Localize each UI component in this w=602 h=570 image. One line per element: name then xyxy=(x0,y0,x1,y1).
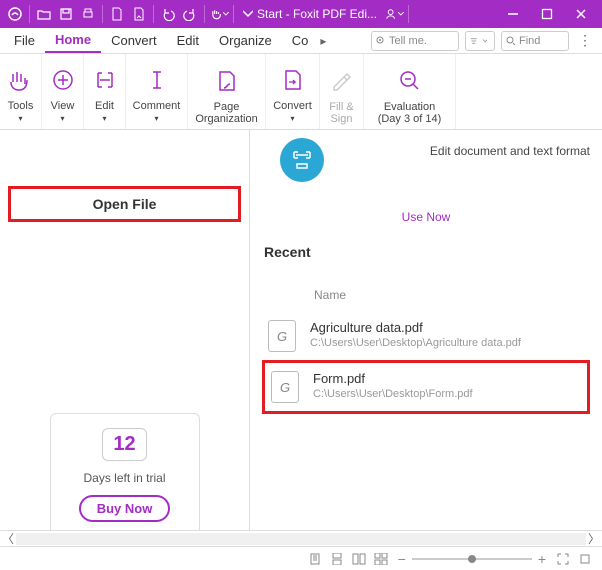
trial-days-text: Days left in trial xyxy=(51,471,199,485)
window-title[interactable]: Start - Foxit PDF Edi... xyxy=(243,7,377,21)
open-file-button[interactable]: Open File xyxy=(8,186,241,222)
ribbon-tools[interactable]: Tools▾ xyxy=(0,54,42,129)
open-icon[interactable] xyxy=(34,4,54,24)
close-button[interactable] xyxy=(564,0,598,28)
tab-home[interactable]: Home xyxy=(45,28,101,53)
filter-dropdown[interactable] xyxy=(465,31,495,51)
scroll-right-button[interactable]: 〉 xyxy=(586,531,602,547)
menu-bar: File Home Convert Edit Organize Co ▸ Tel… xyxy=(0,28,602,54)
main-area: Open File 12 Days left in trial Buy Now … xyxy=(0,130,602,530)
zoom-in-button[interactable]: + xyxy=(538,551,546,567)
redo-icon[interactable] xyxy=(180,4,200,24)
hand-icon[interactable] xyxy=(209,4,229,24)
horizontal-scrollbar[interactable]: 〈 〉 xyxy=(0,530,602,546)
title-text: Start - Foxit PDF Edi... xyxy=(257,7,377,21)
file-name: Agriculture data.pdf xyxy=(310,320,521,335)
view-facing-icon[interactable] xyxy=(349,549,369,569)
tab-co[interactable]: Co xyxy=(282,29,319,52)
left-panel: Open File 12 Days left in trial Buy Now xyxy=(0,130,250,530)
ribbon-page-org[interactable]: Page Organization xyxy=(188,54,266,129)
ribbon-comment[interactable]: Comment▾ xyxy=(126,54,188,129)
scroll-track[interactable] xyxy=(16,533,586,545)
user-icon[interactable] xyxy=(384,4,404,24)
tab-organize[interactable]: Organize xyxy=(209,29,282,52)
print-icon[interactable] xyxy=(78,4,98,24)
ribbon: Tools▾ View▾ Edit▾ Comment▾ Page Organiz… xyxy=(0,54,602,130)
status-bar: − + xyxy=(0,546,602,570)
app-logo-icon xyxy=(5,4,25,24)
save-icon[interactable] xyxy=(56,4,76,24)
view-single-icon[interactable] xyxy=(305,549,325,569)
ribbon-view[interactable]: View▾ xyxy=(42,54,84,129)
file-path: C:\Users\User\Desktop\Form.pdf xyxy=(313,388,473,400)
view-facing-cont-icon[interactable] xyxy=(371,549,391,569)
titlebar: Start - Foxit PDF Edi... xyxy=(0,0,602,28)
maximize-button[interactable] xyxy=(530,0,564,28)
buy-now-button[interactable]: Buy Now xyxy=(79,495,171,522)
tabs-overflow-icon[interactable]: ▸ xyxy=(318,34,328,48)
edit-doc-text: Edit document and text format xyxy=(324,144,590,158)
zoom-out-button[interactable]: − xyxy=(398,551,406,567)
edit-feature-icon xyxy=(280,138,324,182)
use-now-link[interactable]: Use Now xyxy=(262,210,590,224)
zoom-control[interactable]: − + xyxy=(398,551,546,567)
trial-days-number: 12 xyxy=(102,428,146,461)
find-search[interactable]: Find xyxy=(501,31,569,51)
ribbon-edit[interactable]: Edit▾ xyxy=(84,54,126,129)
ribbon-fill-sign[interactable]: Fill & Sign xyxy=(320,54,364,129)
ribbon-evaluation[interactable]: Evaluation (Day 3 of 14) xyxy=(364,54,456,129)
undo-icon[interactable] xyxy=(158,4,178,24)
right-panel: Edit document and text format Use Now Re… xyxy=(250,130,602,530)
doc2-icon[interactable] xyxy=(129,4,149,24)
tab-edit[interactable]: Edit xyxy=(167,29,209,52)
file-path: C:\Users\User\Desktop\Agriculture data.p… xyxy=(310,337,521,349)
fullscreen-icon[interactable] xyxy=(553,549,573,569)
tab-convert[interactable]: Convert xyxy=(101,29,167,52)
recent-file-item[interactable]: G Agriculture data.pdf C:\Users\User\Desk… xyxy=(262,312,590,360)
pdf-file-icon: G xyxy=(271,371,299,403)
tellme-search[interactable]: Tell me. xyxy=(371,31,459,51)
column-name: Name xyxy=(314,288,590,302)
view-continuous-icon[interactable] xyxy=(327,549,347,569)
zoom-slider[interactable] xyxy=(412,558,532,560)
tab-file[interactable]: File xyxy=(4,29,45,52)
minimize-button[interactable] xyxy=(496,0,530,28)
more-menu[interactable]: ⋮ xyxy=(572,32,598,49)
trial-box: 12 Days left in trial Buy Now xyxy=(50,413,200,530)
pdf-file-icon: G xyxy=(268,320,296,352)
recent-heading: Recent xyxy=(264,244,590,260)
recent-file-item[interactable]: G Form.pdf C:\Users\User\Desktop\Form.pdf xyxy=(262,360,590,414)
file-name: Form.pdf xyxy=(313,371,473,386)
scroll-left-button[interactable]: 〈 xyxy=(0,531,16,547)
expand-icon[interactable] xyxy=(575,549,595,569)
doc1-icon[interactable] xyxy=(107,4,127,24)
ribbon-convert[interactable]: Convert▾ xyxy=(266,54,320,129)
